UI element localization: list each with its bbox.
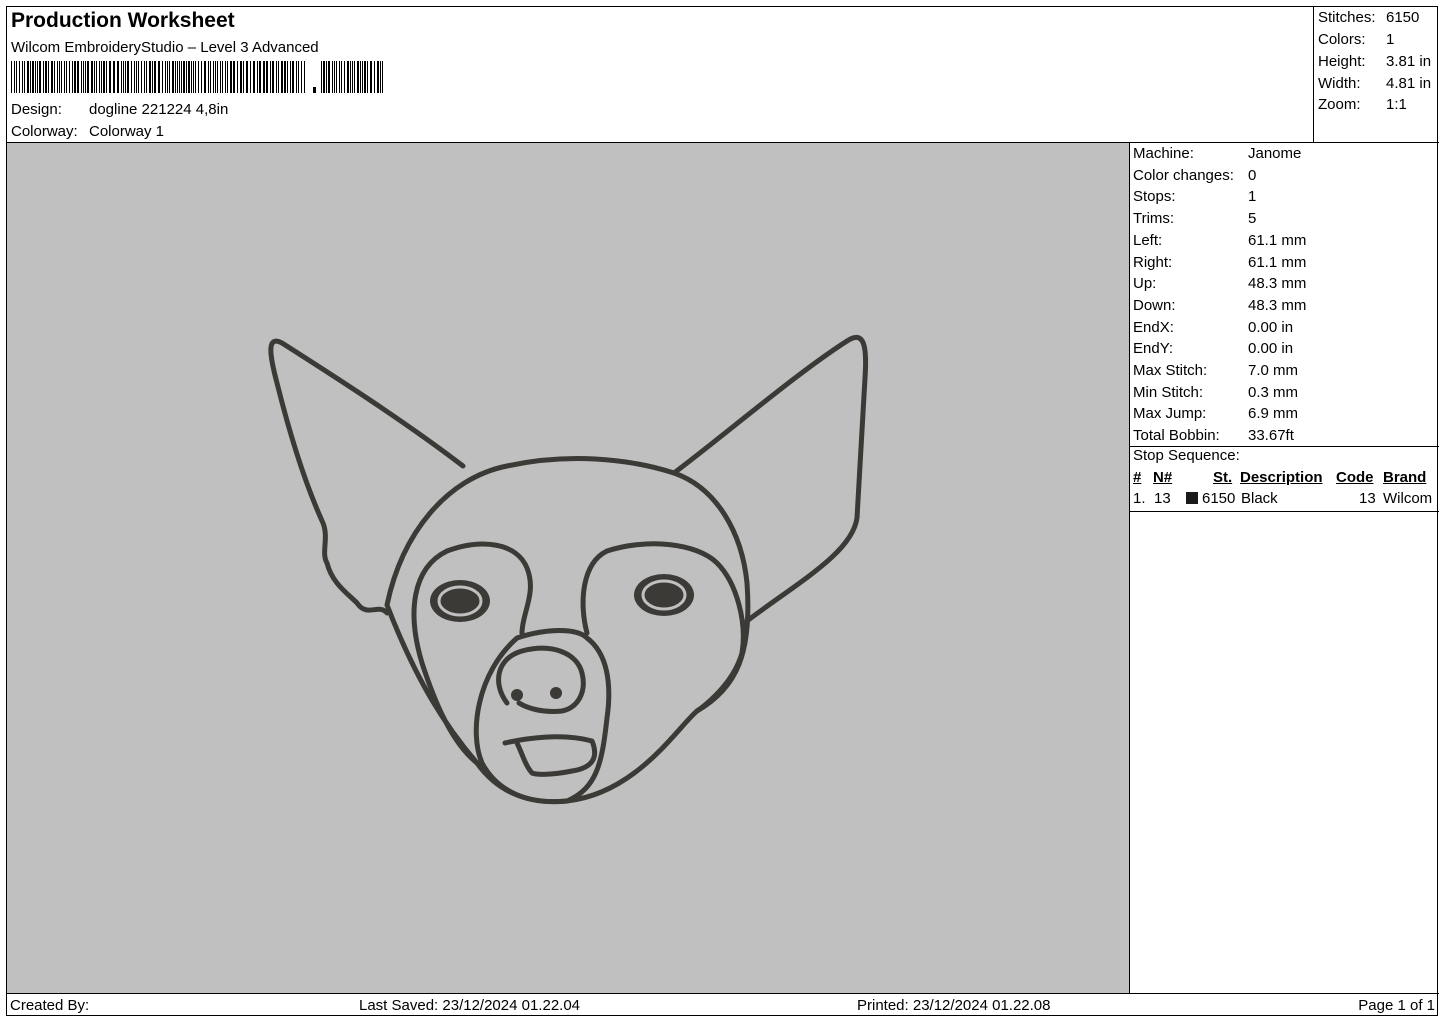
machine-info-label: EndX: [1133,318,1174,336]
created-by: Created By: [10,997,90,1014]
machine-info-label: EndY: [1133,340,1174,358]
machine-info-value: 6.9 mm [1248,405,1299,423]
stop-row-brand: Wilcom [1383,490,1433,507]
software-name: Wilcom EmbroideryStudio – Level 3 Advanc… [11,39,319,56]
machine-info-value: 1 [1248,188,1257,206]
machine-info-value: 0.00 in [1248,340,1294,358]
worksheet-footer: Created By: Last Saved: 23/12/2024 01.22… [7,993,1439,1017]
machine-info-row: Down: 48.3 mm [1133,297,1306,314]
nose-outline [496,645,586,714]
printed-date: Printed: 23/12/2024 01.22.08 [857,997,1051,1014]
col-header-description: Description [1240,469,1323,486]
machine-info-value: 0.00 in [1248,318,1294,336]
machine-info-value: 61.1 mm [1248,231,1307,249]
machine-info-row: Total Bobbin: 33.67ft [1133,427,1294,444]
col-header-st: St. [1213,469,1233,486]
machine-info-row: Left: 61.1 mm [1133,232,1306,249]
last-saved: Last Saved: 23/12/2024 01.22.04 [359,997,581,1014]
machine-info-label: Trims: [1133,210,1175,228]
stop-row-st: 6150 [1202,490,1236,507]
machine-info-row: Machine: Janome [1133,145,1301,162]
machine-info-panel: Stop Sequence: # N# St. Description Code… [1130,143,1439,993]
machine-info-value: 7.0 mm [1248,362,1299,379]
production-worksheet: Production Worksheet Wilcom EmbroiderySt… [6,6,1439,1017]
machine-info-value: 61.1 mm [1248,253,1307,271]
width-stat: Width: 4.81 in [1318,75,1432,92]
machine-info-row: Max Jump: 6.9 mm [1133,405,1298,422]
machine-info-label: Max Jump: [1133,405,1207,423]
machine-info-row: Color changes: 0 [1133,167,1256,184]
right-ear-outline [671,334,869,624]
machine-info-value: 5 [1248,210,1257,228]
design-value: dogline 221224 4,8in [89,101,229,118]
machine-info-label: Down: [1133,296,1176,314]
machine-info-value: 0.3 mm [1248,383,1299,401]
zoom-stat: Zoom: 1:1 [1318,96,1407,113]
colors-stat: Colors: 1 [1318,31,1395,48]
design-label: Design: [11,101,62,118]
machine-info-value: 0 [1248,166,1257,184]
stitches-stat: Stitches: 6150 [1318,9,1420,26]
machine-info-row: Up: 48.3 mm [1133,275,1306,292]
machine-info-row: Max Stitch: 7.0 mm [1133,362,1298,379]
machine-info-value: 33.67ft [1248,427,1294,445]
chihuahua-design-icon [268,334,869,805]
stop-sequence-title: Stop Sequence: [1133,447,1240,464]
colorway-label: Colorway: [11,123,78,140]
machine-info-label: Max Stitch: [1133,362,1208,379]
design-row: Design: dogline 221224 4,8in [11,101,228,118]
machine-info-label: Min Stitch: [1133,383,1204,401]
stop-row-num: 1. [1133,490,1146,507]
machine-info-label: Color changes: [1133,166,1234,184]
machine-info-label: Up: [1133,275,1157,293]
col-header-brand: Brand [1383,469,1427,486]
machine-info-row: Min Stitch: 0.3 mm [1133,384,1298,401]
design-preview [7,143,1130,993]
mouth-outline [502,734,598,777]
page-title: Production Worksheet [11,9,235,32]
machine-info-value: 48.3 mm [1248,296,1307,314]
right-nostril-icon [550,687,562,699]
left-ear-outline [268,338,466,616]
color-swatch-icon [1186,492,1198,504]
worksheet-header: Production Worksheet Wilcom EmbroiderySt… [7,7,1314,143]
barcode-icon [11,61,383,93]
page-number: Page 1 of 1 [1358,997,1435,1014]
machine-info-row: Stops: 1 [1133,188,1256,205]
stop-row-description: Black [1241,490,1278,507]
machine-info-label: Total Bobbin: [1133,427,1220,445]
machine-info-value: 48.3 mm [1248,275,1307,293]
machine-info-row: EndX: 0.00 in [1133,319,1293,336]
machine-info-row: Right: 61.1 mm [1133,254,1306,271]
machine-info-row: Trims: 5 [1133,210,1256,227]
summary-stats: Stitches: 6150 Colors: 1 Height: 3.81 in Wi… [1314,7,1439,143]
colorway-value: Colorway 1 [89,123,165,140]
machine-info-value: Janome [1248,145,1302,162]
left-nostril-icon [511,689,523,701]
col-header-code: Code [1336,469,1374,486]
col-header-n: N# [1153,469,1173,486]
height-stat: Height: 3.81 in [1318,53,1432,70]
colorway-row: Colorway: Colorway 1 [11,123,164,140]
machine-info-label: Left: [1133,231,1163,249]
machine-info-label: Right: [1133,253,1173,271]
col-header-num: # [1133,469,1142,486]
stop-row-n: 13 [1154,490,1171,507]
machine-info-label: Stops: [1133,188,1176,206]
stop-row-code: 13 [1359,490,1376,507]
machine-info-label: Machine: [1133,145,1194,162]
machine-info-row: EndY: 0.00 in [1133,340,1293,357]
